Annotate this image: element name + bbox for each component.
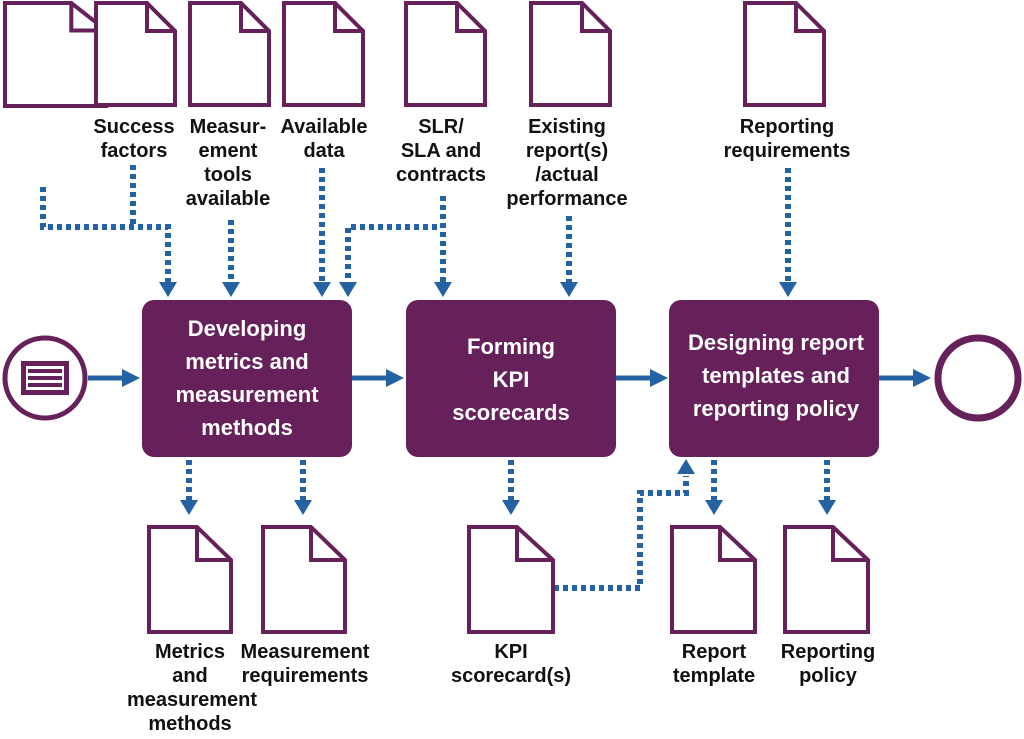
arrow-head (502, 500, 520, 515)
arrow-head (159, 282, 177, 297)
end-event[interactable] (934, 334, 1022, 422)
start-event[interactable] (2, 335, 88, 421)
arrow-head (386, 369, 404, 387)
arrow-head (339, 282, 357, 297)
flow-slr-to-p1 (345, 224, 437, 282)
input-document-success-factors (94, 1, 177, 107)
input-document-slr-sla (404, 1, 487, 107)
arrow-head (180, 500, 198, 515)
output-label-measurement-requirements: Measurement requirements (241, 641, 370, 687)
arrow-head (560, 282, 578, 297)
output-document-kpi-scorecards (467, 525, 555, 634)
arrow-head (705, 500, 723, 515)
input-document-available-data (282, 1, 365, 107)
flow-blank-to-p1 (40, 187, 171, 282)
process-diagram: Success factors Measur-ement tools availabl… (0, 0, 1022, 735)
input-document-reporting-requirements (743, 1, 826, 107)
output-label-report-template: Report template (673, 641, 755, 687)
arrow-head (222, 282, 240, 297)
input-document-blank (5, 3, 106, 106)
output-label-kpi-scorecards: KPI scorecard(s) (451, 641, 571, 687)
flow-kpi-scorecard-to-p3 (554, 476, 689, 591)
process-developing-metrics[interactable]: Developing metrics and measurement methods (142, 300, 352, 457)
process-label: Designing report templates and reporting p… (688, 330, 865, 421)
message-icon (21, 361, 69, 395)
process-forming-kpi-scorecards[interactable]: Forming KPI scorecards (406, 300, 616, 457)
arrow-head (434, 282, 452, 297)
input-label-success-factors: Success factors (93, 116, 174, 162)
input-label-reporting-requirements: Reporting requirements (724, 116, 851, 162)
input-label-available-data: Available data (280, 116, 367, 162)
arrow-head (677, 459, 695, 474)
output-document-report-template (670, 525, 757, 634)
input-label-existing-reports: Existing report(s)/actual performance (506, 116, 627, 210)
output-document-reporting-policy (783, 525, 870, 634)
output-label-reporting-policy: Reporting policy (781, 641, 875, 687)
input-label-measurement-tools: Measur-ement tools available (186, 116, 271, 210)
arrow-head (779, 282, 797, 297)
output-document-measurement-requirements (261, 525, 347, 634)
process-designing-report-templates[interactable]: Designing report templates and reporting p… (669, 300, 879, 457)
input-label-slr-sla: SLR/SLA and contracts (396, 116, 486, 186)
arrow-head (818, 500, 836, 515)
arrow-head (313, 282, 331, 297)
arrow-head (294, 500, 312, 515)
end-circle-icon (934, 334, 1022, 422)
arrow-head (122, 369, 140, 387)
input-document-measurement-tools (188, 1, 271, 107)
output-label-metrics: Metrics and measurement methods (127, 641, 257, 735)
arrow-head (913, 369, 931, 387)
input-document-existing-reports (529, 1, 612, 107)
output-document-metrics (147, 525, 233, 634)
arrow-head (650, 369, 668, 387)
